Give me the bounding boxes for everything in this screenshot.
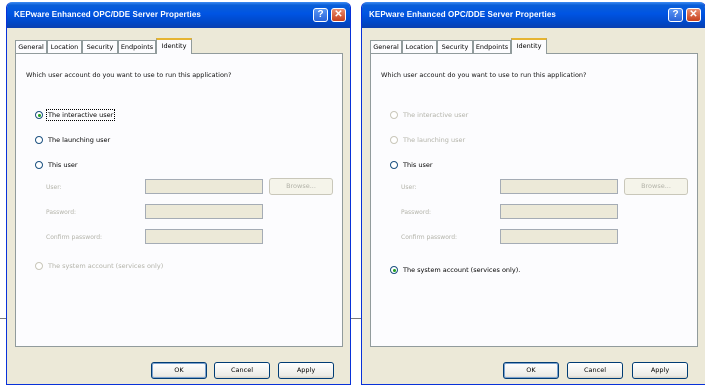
tab-security[interactable]: Security — [82, 40, 118, 53]
question-text: Which user account do you want to use to… — [26, 71, 232, 79]
tab-general[interactable]: General — [15, 40, 47, 53]
user-field — [500, 179, 618, 194]
option-label: This user — [403, 161, 433, 169]
close-button[interactable]: ✕ — [331, 8, 346, 22]
ok-button[interactable]: OK — [151, 362, 207, 379]
radio-system-account[interactable] — [390, 266, 398, 274]
confirm-password-label: Confirm password: — [401, 234, 458, 241]
window-title: KEPware Enhanced OPC/DDE Server Properti… — [14, 10, 201, 19]
radio-system-account — [35, 262, 43, 270]
radio-this-user[interactable] — [390, 161, 398, 169]
title-bar[interactable]: KEPware Enhanced OPC/DDE Server Properti… — [362, 2, 705, 28]
user-label: User: — [46, 184, 62, 191]
confirm-password-field — [145, 229, 263, 244]
tab-location[interactable]: Location — [402, 40, 437, 53]
tab-general[interactable]: General — [370, 40, 402, 53]
password-label: Password: — [46, 209, 77, 216]
identity-panel — [15, 53, 343, 347]
question-text: Which user account do you want to use to… — [381, 71, 587, 79]
user-label: User: — [401, 184, 417, 191]
option-label: The system account (services only). — [403, 266, 521, 274]
ok-button[interactable]: OK — [503, 362, 559, 379]
password-field — [145, 204, 263, 219]
apply-button[interactable]: Apply — [278, 362, 334, 379]
tab-endpoints[interactable]: Endpoints — [473, 40, 511, 53]
properties-dialog-1: KEPware Enhanced OPC/DDE Server Properti… — [6, 2, 351, 385]
window-title: KEPware Enhanced OPC/DDE Server Properti… — [369, 10, 556, 19]
cancel-button[interactable]: Cancel — [567, 362, 623, 379]
confirm-password-field — [500, 229, 618, 244]
radio-launching-user[interactable] — [35, 136, 43, 144]
cancel-button[interactable]: Cancel — [214, 362, 270, 379]
title-bar[interactable]: KEPware Enhanced OPC/DDE Server Properti… — [7, 2, 350, 28]
apply-button[interactable]: Apply — [632, 362, 688, 379]
tab-security[interactable]: Security — [437, 40, 473, 53]
browse-button: Browse... — [269, 178, 333, 195]
option-label: The system account (services only) — [48, 262, 164, 270]
tab-identity[interactable]: Identity — [156, 38, 192, 54]
radio-interactive-user — [390, 111, 398, 119]
option-label: The launching user — [403, 136, 466, 144]
option-label: The interactive user — [45, 109, 116, 121]
option-label: The interactive user — [403, 111, 469, 119]
confirm-password-label: Confirm password: — [46, 234, 103, 241]
password-field — [500, 204, 618, 219]
tab-location[interactable]: Location — [47, 40, 82, 53]
radio-this-user[interactable] — [35, 161, 43, 169]
help-button[interactable]: ? — [313, 8, 328, 22]
close-button[interactable]: ✕ — [686, 8, 701, 22]
properties-dialog-2: KEPware Enhanced OPC/DDE Server Properti… — [361, 2, 705, 385]
help-button[interactable]: ? — [668, 8, 683, 22]
browse-button: Browse... — [624, 178, 688, 195]
radio-interactive-user[interactable] — [35, 111, 43, 119]
tab-endpoints[interactable]: Endpoints — [118, 40, 156, 53]
tab-identity[interactable]: Identity — [511, 38, 547, 54]
radio-launching-user — [390, 136, 398, 144]
option-label: The launching user — [48, 136, 111, 144]
option-label: This user — [48, 161, 78, 169]
password-label: Password: — [401, 209, 432, 216]
identity-panel — [370, 53, 698, 347]
user-field — [145, 179, 263, 194]
